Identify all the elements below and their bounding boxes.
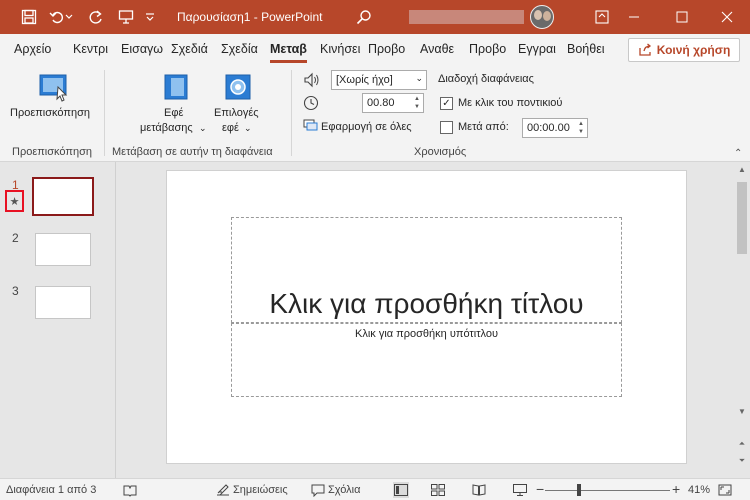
subtitle-placeholder[interactable]: Κλικ για προσθήκη υπότιτλου xyxy=(231,323,622,397)
preview-button[interactable]: Προεπισκόπηση xyxy=(10,106,90,120)
tab-home[interactable]: Κεντρι xyxy=(73,42,108,56)
slide-count: Διαφάνεια 1 από 3 xyxy=(6,484,97,496)
group-label-timing: Χρονισμός xyxy=(414,146,467,158)
transition-effects-button[interactable]: μετάβασης xyxy=(140,121,193,135)
duration-value: 00.80 xyxy=(367,97,395,109)
after-label: Μετά από: xyxy=(458,121,509,133)
tab-transitions[interactable]: Μεταβ xyxy=(270,42,307,63)
slide-number: 3 xyxy=(12,284,19,298)
after-checkbox[interactable] xyxy=(440,121,453,134)
next-slide-icon[interactable]: ⏷ xyxy=(736,455,748,467)
title-placeholder-text: Κλικ για προσθήκη τίτλου xyxy=(269,288,584,319)
after-time-value: 00:00.00 xyxy=(527,122,570,134)
tab-review[interactable]: Αναθε xyxy=(420,42,454,56)
slideshow-from-start-icon[interactable] xyxy=(116,7,136,27)
zoom-slider[interactable] xyxy=(545,490,670,491)
sound-select[interactable]: [Χωρίς ήχο] ⌄ xyxy=(331,70,427,90)
undo-dropdown-icon[interactable] xyxy=(64,7,74,27)
preview-icon[interactable] xyxy=(38,73,70,103)
advance-slide-label: Διαδοχή διαφάνειας xyxy=(438,73,534,85)
title-placeholder[interactable]: Κλικ για προσθήκη τίτλου xyxy=(231,217,622,323)
share-label: Κοινή χρήση xyxy=(656,43,731,57)
tab-draw[interactable]: Σχεδιά xyxy=(171,42,208,56)
avatar[interactable] xyxy=(530,5,554,29)
apply-to-all-button[interactable]: Εφαρμογή σε όλες xyxy=(321,121,412,133)
tab-insert[interactable]: Εισαγω xyxy=(121,42,163,56)
ribbon: Προεπισκόπηση Προεπισκόπηση Εφέ μετάβαση… xyxy=(0,64,750,162)
ribbon-display-options-icon[interactable] xyxy=(592,7,612,27)
slide-thumbnail[interactable] xyxy=(32,177,94,216)
comments-button[interactable]: Σχόλια xyxy=(328,484,361,496)
account-name[interactable] xyxy=(409,10,524,24)
chevron-down-icon: ⌄ xyxy=(415,73,423,83)
on-click-checkbox[interactable]: ✓ xyxy=(440,97,453,110)
comments-icon[interactable] xyxy=(310,482,326,498)
spinner-arrows-icon[interactable]: ▲ ▼ xyxy=(412,95,422,111)
status-bar: Διαφάνεια 1 από 3 Σημειώσεις Σχόλια − + … xyxy=(0,478,750,500)
effect-options-line1: Επιλογές xyxy=(214,107,259,119)
slide-number: 2 xyxy=(12,231,19,245)
customize-qat-icon[interactable] xyxy=(144,7,156,27)
tab-file[interactable]: Αρχείο xyxy=(14,42,51,56)
normal-view-icon[interactable] xyxy=(393,482,409,498)
effect-options-icon[interactable] xyxy=(224,73,252,101)
scrollbar-thumb[interactable] xyxy=(737,182,747,254)
sound-select-value: [Χωρίς ήχο] xyxy=(336,74,393,86)
reading-view-icon[interactable] xyxy=(471,482,487,498)
accessibility-icon[interactable] xyxy=(122,482,138,498)
zoom-level[interactable]: 41% xyxy=(688,484,710,496)
zoom-in-icon[interactable]: + xyxy=(672,481,680,497)
subtitle-placeholder-text: Κλικ για προσθήκη υπότιτλου xyxy=(354,328,499,340)
transition-star-icon[interactable]: ★ xyxy=(5,190,24,212)
group-separator xyxy=(291,70,292,156)
chevron-down-icon: ⌄ xyxy=(244,123,252,133)
window-title: Παρουσίαση1 - PowerPoint xyxy=(177,10,323,24)
close-icon[interactable] xyxy=(704,0,750,34)
group-separator xyxy=(104,70,105,156)
minimize-icon[interactable] xyxy=(611,0,657,34)
share-button[interactable]: Κοινή χρήση xyxy=(628,38,740,62)
notes-icon[interactable] xyxy=(215,482,231,498)
group-label-preview: Προεπισκόπηση xyxy=(12,146,92,158)
slide-sorter-icon[interactable] xyxy=(430,482,446,498)
transition-effects-icon[interactable] xyxy=(162,73,190,101)
search-icon[interactable] xyxy=(354,7,374,27)
share-icon xyxy=(639,43,651,56)
duration-spinner[interactable]: 00.80 ▲ ▼ xyxy=(362,93,424,113)
effect-options-button[interactable]: εφέ xyxy=(222,121,239,135)
fit-to-window-icon[interactable] xyxy=(717,482,733,498)
after-time-spinner[interactable]: 00:00.00 ▲ ▼ xyxy=(522,118,588,138)
spinner-arrows-icon[interactable]: ▲ ▼ xyxy=(576,120,586,136)
slide-thumbnail[interactable] xyxy=(35,233,91,266)
duration-icon xyxy=(303,95,319,111)
scroll-down-icon[interactable]: ▼ xyxy=(736,406,748,418)
sound-icon xyxy=(303,72,321,88)
apply-to-all-icon xyxy=(303,118,319,134)
tab-design[interactable]: Σχεδία xyxy=(221,42,258,56)
slide-thumbnail[interactable] xyxy=(35,286,91,319)
maximize-icon[interactable] xyxy=(659,0,705,34)
collapse-ribbon-icon[interactable]: ⌃ xyxy=(734,148,746,159)
notes-button[interactable]: Σημειώσεις xyxy=(233,484,288,496)
zoom-out-icon[interactable]: − xyxy=(536,481,544,497)
redo-icon[interactable] xyxy=(86,7,106,27)
tab-view[interactable]: Προβο xyxy=(469,42,506,56)
title-bar: Παρουσίαση1 - PowerPoint xyxy=(0,0,750,34)
on-click-label: Με κλικ του ποντικιού xyxy=(458,97,563,109)
tab-help[interactable]: Βοήθει xyxy=(567,42,605,56)
scroll-up-icon[interactable]: ▲ xyxy=(736,164,748,176)
tab-slideshow[interactable]: Προβο xyxy=(368,42,405,56)
transition-effects-line1: Εφέ xyxy=(164,107,184,119)
tab-record[interactable]: Εγγραι xyxy=(518,42,556,56)
save-icon[interactable] xyxy=(19,7,39,27)
slideshow-view-icon[interactable] xyxy=(512,482,528,498)
tab-animations[interactable]: Κινήσει xyxy=(320,42,360,56)
group-label-transition: Μετάβαση σε αυτήν τη διαφάνεια xyxy=(112,146,273,158)
chevron-down-icon: ⌄ xyxy=(199,123,207,133)
previous-slide-icon[interactable]: ⏶ xyxy=(736,438,748,450)
zoom-slider-thumb[interactable] xyxy=(577,484,581,496)
vertical-scrollbar[interactable]: ▲ ▼ ⏶ ⏷ xyxy=(734,162,750,478)
